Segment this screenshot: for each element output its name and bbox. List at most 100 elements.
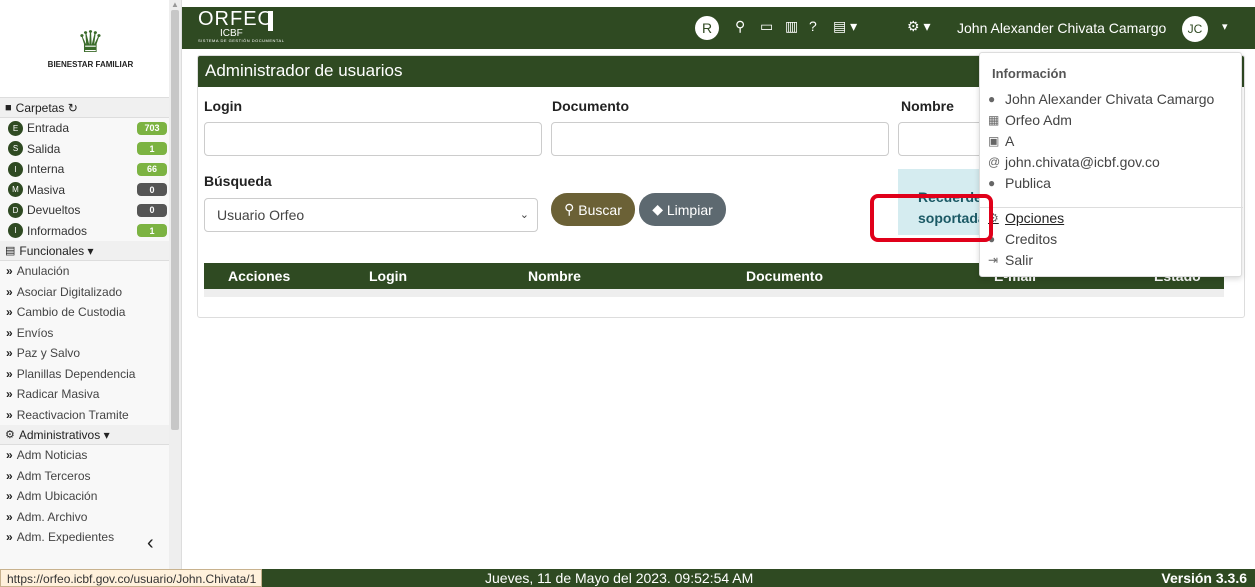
select-value: Usuario Orfeo	[217, 207, 305, 223]
salir-label: Salir	[1005, 252, 1034, 268]
double-chevron-icon: »	[6, 305, 13, 320]
col-nombre[interactable]: Nombre	[528, 268, 581, 284]
folder-label: Informados	[27, 223, 88, 238]
folder-letter-badge: S	[8, 141, 23, 157]
menu-item[interactable]: » Paz y Salvo	[0, 343, 181, 364]
busqueda-label: Búsqueda	[204, 173, 272, 189]
help-icon[interactable]: ?	[809, 18, 817, 34]
col-login[interactable]: Login	[369, 268, 407, 284]
administrativos-label: Administrativos ▾	[18, 427, 110, 442]
funcionales-list: » Anulación» Asociar Digitalizado» Cambio d…	[0, 261, 181, 425]
folder-label: Masiva	[27, 182, 66, 197]
menu-item[interactable]: » Adm. Archivo	[0, 507, 181, 528]
menu-item-label: Radicar Masiva	[16, 387, 100, 402]
menu-item[interactable]: » Cambio de Custodia	[0, 302, 181, 323]
folder-count-badge: 0	[137, 203, 167, 217]
double-chevron-icon: »	[6, 509, 13, 524]
orfeo-brand[interactable]: ORFEO ICBF SISTEMA DE GESTIÓN DOCUMENTAL	[198, 9, 284, 43]
folder-item-masiva[interactable]: M Masiva 0	[0, 180, 181, 201]
col-acciones[interactable]: Acciones	[228, 268, 290, 284]
folder-letter-badge: E	[8, 120, 23, 136]
double-chevron-icon: »	[6, 489, 13, 504]
dropdown-email: @ john.chivata@icbf.gov.co	[988, 154, 1160, 170]
role-value: A	[1005, 133, 1015, 149]
top-navbar: ORFEO ICBF SISTEMA DE GESTIÓN DOCUMENTAL…	[182, 7, 1255, 49]
creditos-link[interactable]: ● Creditos	[988, 231, 1057, 247]
salir-link[interactable]: ⇥ Salir	[988, 252, 1033, 268]
scroll-thumb[interactable]	[171, 10, 179, 430]
menu-item[interactable]: » Envíos	[0, 323, 181, 344]
user-name[interactable]: John Alexander Chivata Camargo	[957, 20, 1166, 36]
folder-item-salida[interactable]: S Salida 1	[0, 139, 181, 160]
icbf-logo[interactable]: ♛ BIENESTAR FAMILIAR	[0, 0, 181, 98]
menu-item[interactable]: » Reactivacion Tramite	[0, 405, 181, 426]
sidebar-scrollbar[interactable]: ▲	[169, 0, 181, 587]
opciones-label: Opciones	[1005, 210, 1065, 226]
menu-item-label: Cambio de Custodia	[16, 305, 126, 320]
sidebar: ♛ BIENESTAR FAMILIAR ■ Carpetas ↻ E Entrad…	[0, 0, 182, 587]
documento-label: Documento	[552, 98, 629, 114]
dropdown-header: Información	[992, 66, 1067, 81]
menu-item[interactable]: » Adm Terceros	[0, 466, 181, 487]
menu-item-label: Adm Ubicación	[16, 489, 98, 504]
dropdown-status: ● Publica	[988, 175, 1051, 191]
col-documento[interactable]: Documento	[746, 268, 823, 284]
menu-item[interactable]: » Adm. Expedientes	[0, 527, 181, 548]
funcionales-label: Funcionales ▾	[19, 243, 94, 258]
folder-open-icon[interactable]: ▭	[760, 18, 773, 35]
documento-input[interactable]	[551, 122, 889, 156]
menu-item[interactable]: » Radicar Masiva	[0, 384, 181, 405]
scroll-up-icon[interactable]: ▲	[171, 0, 179, 9]
administrativos-list: » Adm Noticias» Adm Terceros» Adm Ubicación…	[0, 445, 181, 548]
file-menu-icon[interactable]: ▤ ▾	[833, 18, 857, 35]
administrativos-header[interactable]: ⚙ Administrativos ▾	[0, 425, 181, 445]
folder-item-entrada[interactable]: E Entrada 703	[0, 118, 181, 139]
settings-menu-icon[interactable]: ⚙ ▾	[907, 18, 930, 35]
dropdown-dependency: ▦ Orfeo Adm	[988, 112, 1072, 128]
limpiar-button[interactable]: ◆ Limpiar	[639, 193, 726, 226]
menu-item[interactable]: » Asociar Digitalizado	[0, 282, 181, 303]
menu-item-label: Reactivacion Tramite	[16, 407, 129, 422]
folder-icon: ■	[5, 101, 12, 114]
menu-item[interactable]: » Adm Noticias	[0, 445, 181, 466]
double-chevron-icon: »	[6, 407, 13, 422]
menu-item-label: Anulación	[16, 264, 70, 279]
menu-item-label: Paz y Salvo	[16, 346, 81, 361]
menu-item-label: Asociar Digitalizado	[16, 284, 123, 299]
status-url-tooltip: https://orfeo.icbf.gov.co/usuario/John.C…	[0, 569, 262, 587]
r-badge[interactable]: R	[695, 16, 719, 40]
folder-item-informados[interactable]: I Informados 1	[0, 221, 181, 242]
menu-item-label: Planillas Dependencia	[16, 366, 136, 381]
folder-item-interna[interactable]: I Interna 66	[0, 159, 181, 180]
collapse-sidebar-icon[interactable]: ‹	[147, 532, 154, 555]
busqueda-select[interactable]: Usuario Orfeo ⌄	[204, 198, 538, 232]
refresh-icon[interactable]: ↻	[68, 101, 78, 115]
search-icon: ⚲	[564, 201, 579, 217]
email-value: john.chivata@icbf.gov.co	[1005, 154, 1160, 170]
search-icon[interactable]: ⚲	[735, 18, 745, 35]
folder-item-devueltos[interactable]: D Devueltos 0	[0, 200, 181, 221]
limpiar-label: Limpiar	[666, 201, 713, 218]
at-icon: @	[988, 155, 1001, 169]
avatar[interactable]: JC	[1182, 16, 1208, 42]
menu-item[interactable]: » Anulación	[0, 261, 181, 282]
double-chevron-icon: »	[6, 468, 13, 483]
menu-item-label: Adm. Archivo	[16, 509, 88, 524]
funcionales-header[interactable]: ▤ Funcionales ▾	[0, 241, 181, 261]
login-input[interactable]	[204, 122, 542, 156]
chart-icon[interactable]: ▥	[785, 18, 798, 35]
buscar-label: Buscar	[578, 201, 622, 218]
menu-item[interactable]: » Adm Ubicación	[0, 486, 181, 507]
folder-count-badge: 1	[137, 224, 167, 238]
circle-icon: ●	[988, 176, 996, 190]
carpetas-header[interactable]: ■ Carpetas ↻	[0, 98, 181, 118]
double-chevron-icon: »	[6, 448, 13, 463]
id-card-icon: ▣	[988, 134, 1000, 148]
sign-out-icon: ⇥	[988, 253, 999, 267]
status-value: Publica	[1005, 175, 1051, 191]
opciones-link[interactable]: ⚙ Opciones	[988, 210, 1064, 226]
user-menu-chevron-icon[interactable]: ▾	[1222, 20, 1228, 33]
buscar-button[interactable]: ⚲ Buscar	[551, 193, 635, 226]
carpetas-label: Carpetas	[15, 100, 65, 115]
menu-item[interactable]: » Planillas Dependencia	[0, 364, 181, 385]
